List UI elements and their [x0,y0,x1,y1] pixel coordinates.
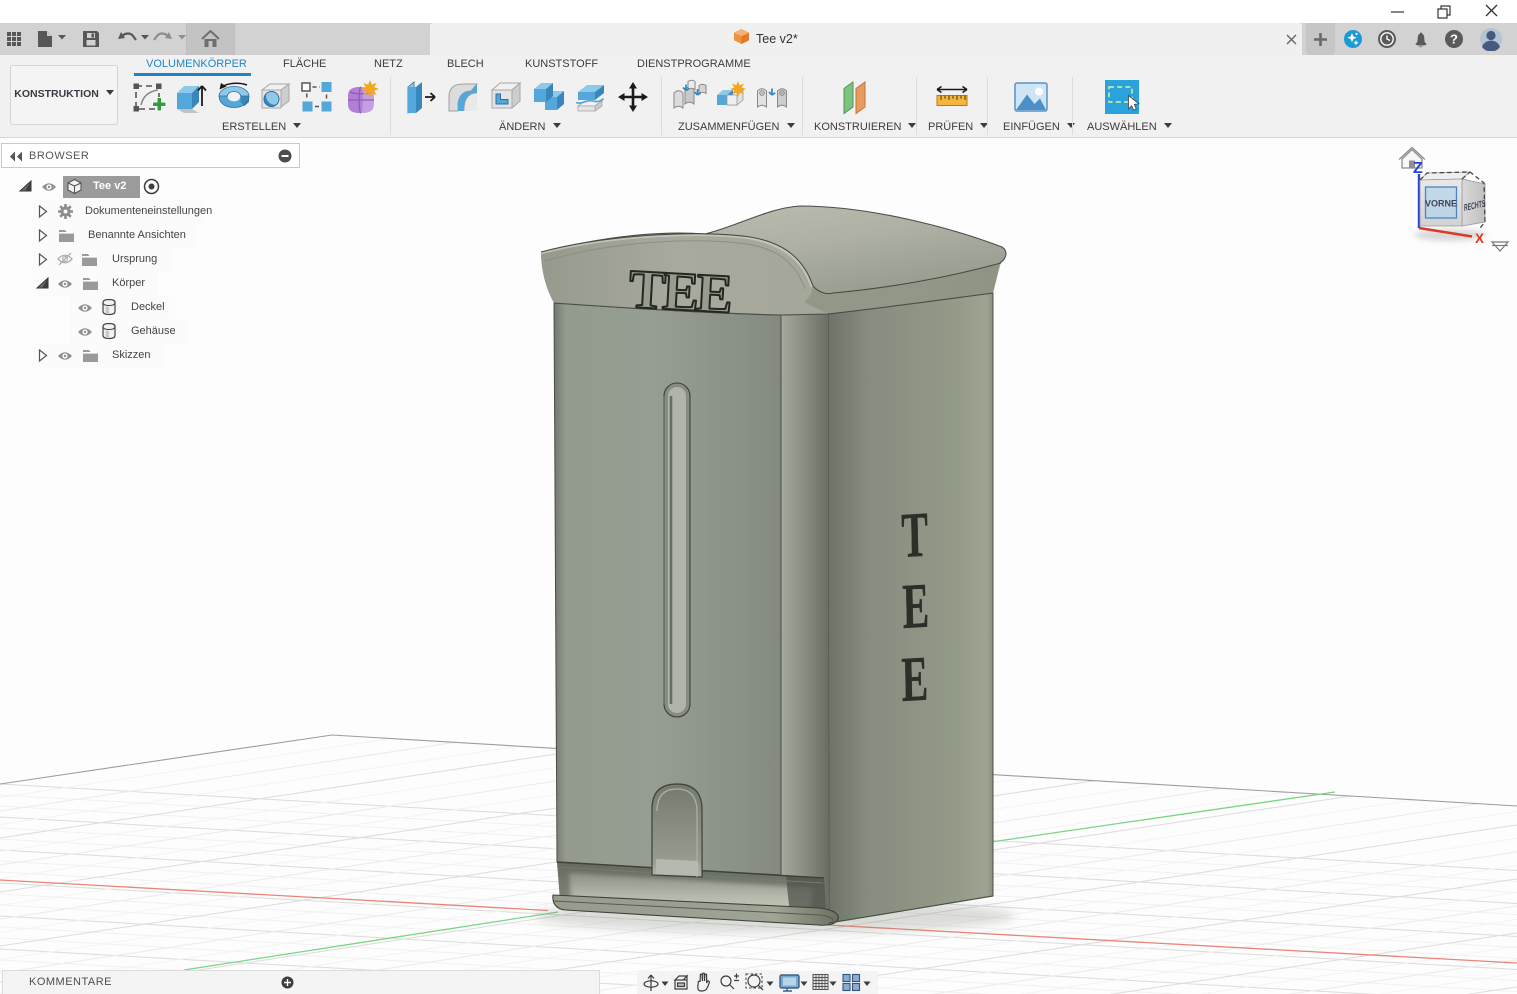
svg-text:X: X [1475,231,1484,246]
svg-text:T: T [901,499,929,571]
svg-text:E: E [901,643,929,715]
svg-text:?: ? [1450,32,1458,47]
svg-text:E: E [902,570,930,642]
svg-text:VORNE: VORNE [1425,199,1457,209]
svg-text:TEE: TEE [627,258,732,325]
